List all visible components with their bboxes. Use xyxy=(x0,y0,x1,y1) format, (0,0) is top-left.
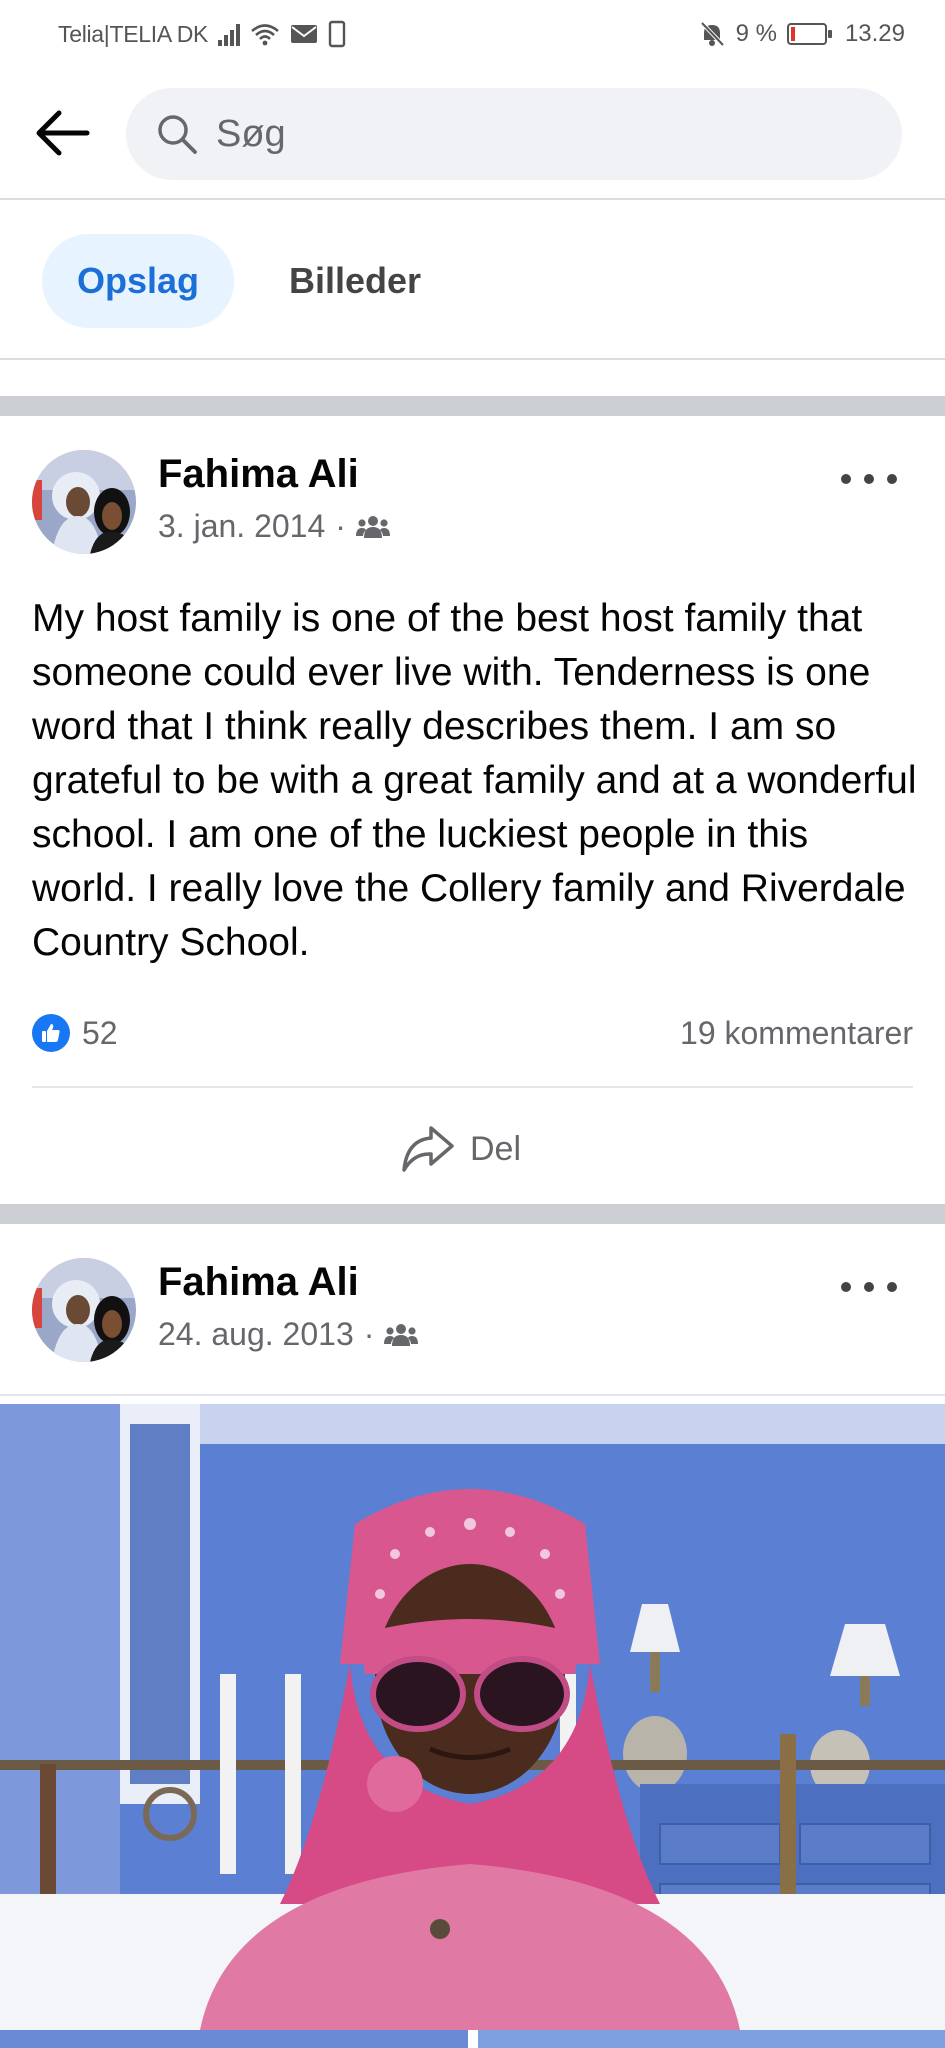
carrier-name: Telia|TELIA DK xyxy=(58,20,209,47)
share-button[interactable]: Del xyxy=(400,1118,521,1180)
battery-percent: 9 % xyxy=(735,20,777,47)
meta-separator: · xyxy=(335,508,346,544)
sim-icon xyxy=(328,20,346,48)
friends-icon xyxy=(384,1323,419,1346)
status-right: 9 % 13.29 xyxy=(698,20,905,48)
actions-divider xyxy=(32,1086,913,1088)
post-card: Fahima Ali 3. jan. 2014 · My host family… xyxy=(0,416,945,1204)
post-photo[interactable] xyxy=(0,1404,945,2030)
tab-bar: Opslag Billeder xyxy=(0,200,945,360)
avatar[interactable] xyxy=(32,450,136,554)
post-meta: 3. jan. 2014 · xyxy=(158,508,390,545)
section-divider xyxy=(0,1204,945,1224)
search-header xyxy=(0,68,945,200)
share-label: Del xyxy=(470,1129,522,1168)
search-bar[interactable] xyxy=(126,88,902,180)
photo-thumbnail[interactable] xyxy=(478,2030,945,2048)
more-options-button[interactable] xyxy=(841,1272,897,1302)
like-reaction-icon xyxy=(32,1014,70,1052)
like-count: 52 xyxy=(82,1014,118,1051)
post-author[interactable]: Fahima Ali xyxy=(158,452,359,497)
meta-separator: · xyxy=(363,1316,375,1352)
header-divider xyxy=(0,1394,945,1396)
more-options-button[interactable] xyxy=(841,464,897,494)
search-input[interactable] xyxy=(216,112,816,156)
back-button[interactable] xyxy=(30,101,94,165)
status-bar: Telia|TELIA DK 9 % 13.29 xyxy=(0,0,945,68)
share-arrow-icon xyxy=(402,1126,454,1172)
avatar[interactable] xyxy=(32,1258,136,1362)
search-icon xyxy=(158,115,197,154)
tab-opslag[interactable]: Opslag xyxy=(42,234,234,328)
comment-count[interactable]: 19 kommentarer xyxy=(680,1015,913,1052)
post-meta: 24. aug. 2013 · xyxy=(158,1316,419,1353)
section-divider xyxy=(0,396,945,416)
mail-icon xyxy=(291,25,318,43)
status-left: Telia|TELIA DK xyxy=(58,20,346,48)
post-card: Fahima Ali 24. aug. 2013 · xyxy=(0,1224,945,1404)
post-text: My host family is one of the best host f… xyxy=(32,597,917,964)
battery-icon xyxy=(786,23,832,45)
back-arrow-icon xyxy=(36,110,90,156)
post-date[interactable]: 24. aug. 2013 xyxy=(158,1316,354,1353)
reactions-summary[interactable]: 52 xyxy=(32,1014,118,1052)
post-date[interactable]: 3. jan. 2014 xyxy=(158,508,325,545)
wifi-icon xyxy=(251,24,279,46)
post-author[interactable]: Fahima Ali xyxy=(158,1260,359,1305)
signal-icon xyxy=(218,22,241,46)
photo-thumbnail[interactable] xyxy=(0,2030,468,2048)
tab-billeder[interactable]: Billeder xyxy=(270,234,440,328)
bell-off-icon xyxy=(700,21,725,47)
friends-icon xyxy=(355,515,390,538)
clock: 13.29 xyxy=(844,20,905,47)
post-stats: 52 19 kommentarer xyxy=(32,1008,913,1058)
